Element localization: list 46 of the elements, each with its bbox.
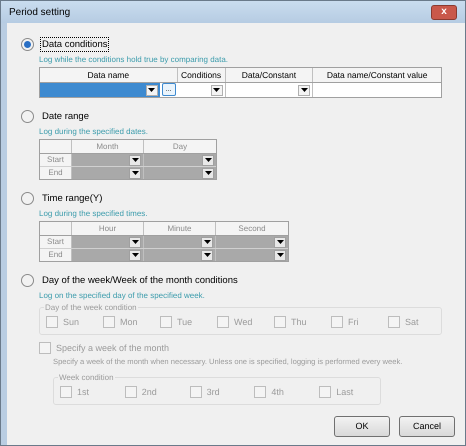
- hint-text: Log on the specified day of the specified week.: [39, 290, 206, 301]
- checkbox-label: Fri: [348, 316, 358, 328]
- window-title: Period setting: [9, 6, 70, 20]
- dropdown-caret-icon[interactable]: [298, 84, 310, 96]
- radio-label: Data conditions: [40, 36, 110, 52]
- close-button[interactable]: x: [431, 4, 457, 20]
- checkbox-label: Sat: [405, 316, 419, 328]
- hint-text: Log while the conditions hold true by comparing data.: [39, 54, 230, 65]
- radio-button[interactable]: [21, 38, 34, 50]
- checkbox-label: 1st: [77, 386, 90, 398]
- column-header: Data/Constant: [226, 68, 314, 82]
- radio-label: Date range: [41, 110, 90, 124]
- dialog-button[interactable]: OK: [334, 416, 390, 437]
- column-header: Hour: [72, 222, 144, 235]
- column-header: Day: [172, 141, 188, 153]
- hint-text: Log during the specified times.: [39, 208, 149, 219]
- radio-label: Day of the week/Week of the month conditions: [41, 274, 239, 288]
- hint-text: Log during the specified dates.: [39, 126, 149, 137]
- checkbox-label: 2nd: [142, 386, 157, 398]
- dropdown-caret-icon[interactable]: [202, 154, 214, 166]
- checkbox-label: Last: [336, 386, 354, 398]
- dropdown-caret-icon[interactable]: [129, 154, 141, 166]
- dropdown-caret-icon[interactable]: [201, 236, 213, 248]
- checkbox-label: Mon: [120, 316, 138, 328]
- checkbox-label: Wed: [234, 316, 252, 328]
- dropdown-caret-icon[interactable]: [274, 236, 286, 248]
- group-title: Day of the week condition: [44, 302, 138, 313]
- dialog-button[interactable]: Cancel: [399, 416, 455, 437]
- column-header: Data name/Constant value: [326, 69, 428, 82]
- column-header: Conditions: [178, 68, 226, 82]
- radio-label: Time range(Y): [41, 192, 104, 206]
- checkbox-label: Thu: [291, 316, 307, 328]
- data-name-field[interactable]: [40, 83, 160, 97]
- column-header: Month: [72, 140, 144, 153]
- checkbox-label: 3rd: [206, 386, 220, 398]
- dropdown-caret-icon[interactable]: [210, 84, 223, 96]
- column-header: Data name: [40, 68, 178, 82]
- column-header: Minute: [144, 222, 216, 235]
- checkbox-label: Tue: [177, 316, 192, 328]
- column-header: Second: [237, 223, 267, 235]
- checkbox-label: 4th: [271, 386, 284, 398]
- dropdown-caret-icon[interactable]: [146, 84, 158, 96]
- checkbox-label: Specify a week of the month: [56, 342, 170, 354]
- group-title: Week condition: [58, 372, 115, 383]
- checkbox-label: Sun: [63, 316, 80, 328]
- dropdown-caret-icon[interactable]: [129, 236, 141, 248]
